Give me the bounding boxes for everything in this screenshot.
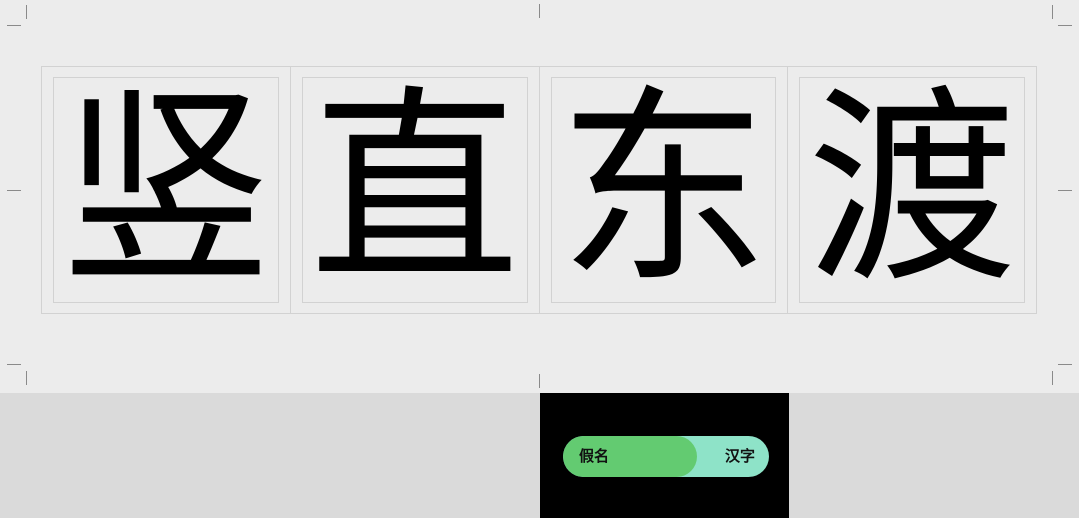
crop-mark: [539, 4, 540, 18]
crop-mark: [1058, 25, 1072, 26]
crop-mark: [1052, 5, 1053, 19]
glyph-strip: 竖 直 东 渡: [41, 66, 1037, 314]
glyph-character: 竖: [60, 67, 271, 312]
glyph-cell: 东: [540, 67, 789, 313]
crop-mark: [7, 364, 21, 365]
crop-mark: [1052, 371, 1053, 385]
crop-mark: [1058, 190, 1072, 191]
kana-kanji-toggle[interactable]: 假名 汉字: [563, 436, 769, 477]
crop-mark: [26, 5, 27, 19]
glyph-cell: 渡: [788, 67, 1036, 313]
glyph-character: 东: [558, 67, 769, 312]
glyph-canvas: 竖 直 东 渡: [0, 0, 1079, 393]
crop-mark: [7, 25, 21, 26]
bottom-bar: 假名 汉字: [0, 393, 1079, 518]
crop-mark: [1058, 364, 1072, 365]
crop-mark: [26, 371, 27, 385]
toggle-option-kanji[interactable]: 汉字: [725, 436, 755, 477]
glyph-character: 渡: [807, 67, 1018, 312]
glyph-cell: 直: [291, 67, 540, 313]
glyph-character: 直: [309, 67, 520, 312]
toggle-option-kana[interactable]: 假名: [579, 436, 609, 477]
crop-mark: [7, 190, 21, 191]
toggle-panel: 假名 汉字: [540, 393, 789, 518]
crop-mark: [539, 374, 540, 388]
glyph-cell: 竖: [42, 67, 291, 313]
